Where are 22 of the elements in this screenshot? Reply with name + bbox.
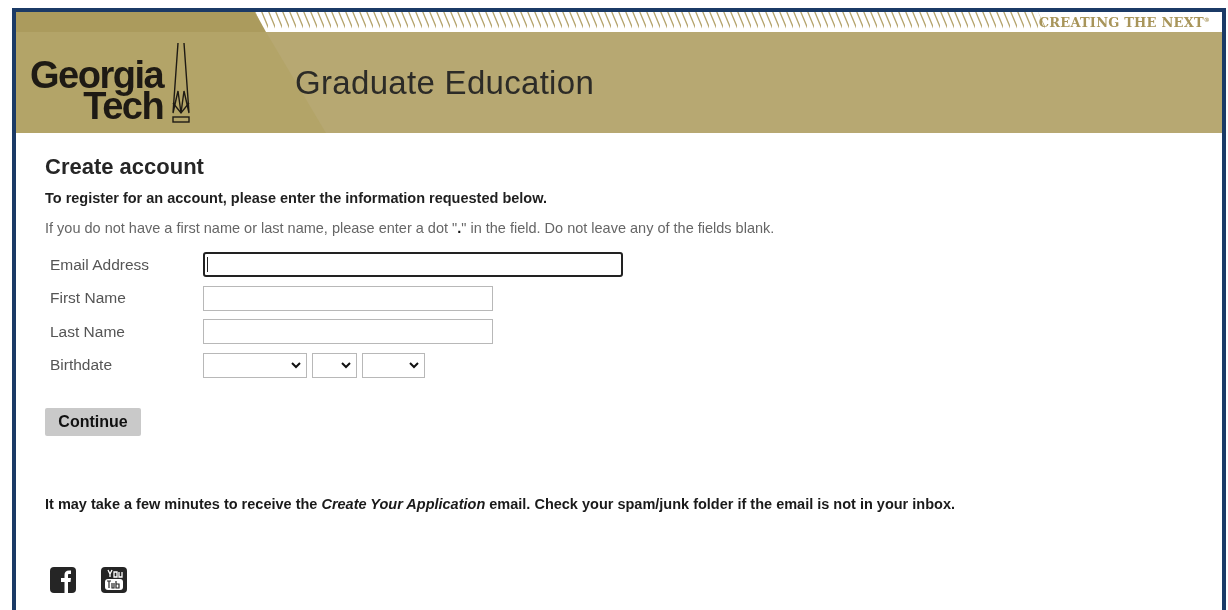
note-text: It may take a few minutes to receive the Create Your Application email. Check your spam/junk folder if the email is not in your inbox. (45, 496, 956, 512)
chevron-icon (409, 361, 419, 369)
hint-text: If you do not have a first name or last name, please enter a dot "." in the field. Do not leave any of the fields blank. (45, 220, 776, 236)
chevron-icon (341, 361, 351, 369)
dropdown[interactable] (312, 352, 357, 378)
input-field[interactable] (203, 285, 493, 311)
input-field[interactable] (203, 319, 493, 345)
intro-text: To register for an account, please enter the information requested below. (45, 190, 548, 206)
field-label: First Name (49, 289, 127, 308)
tagline: CREATING THE NEXT$^{®}$ (1038, 14, 1211, 30)
field-label: Last Name (49, 322, 126, 341)
youtube-icon[interactable] (101, 567, 127, 593)
input-field[interactable] (203, 252, 623, 278)
dropdown[interactable] (203, 352, 307, 378)
form-title: Create account (45, 153, 205, 181)
chevron-icon (291, 361, 301, 369)
page-title: Graduate Education (295, 63, 595, 102)
facebook-icon[interactable] (50, 567, 76, 593)
field-label: Email Address (49, 255, 151, 274)
dropdown[interactable] (362, 352, 425, 378)
continue-button[interactable]: Continue (45, 408, 141, 436)
field-label: Birthdate (49, 356, 114, 375)
